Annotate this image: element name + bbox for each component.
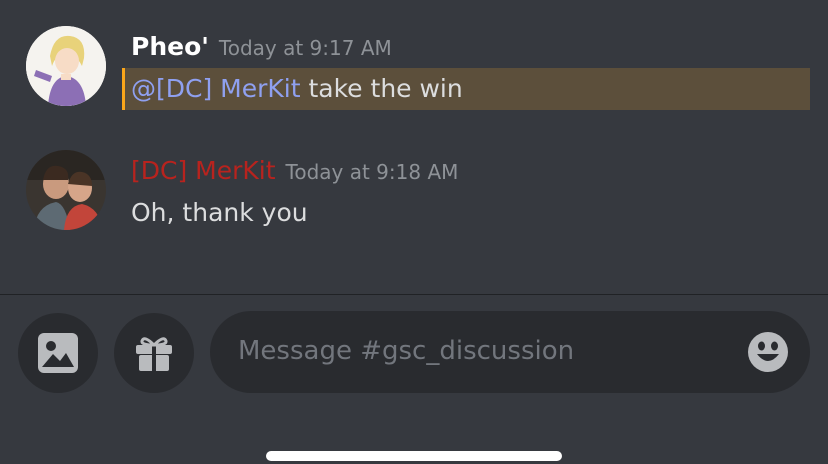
anime-character-avatar <box>26 26 106 106</box>
message-list[interactable]: Pheo' Today at 9:17 AM @[DC] MerKit take … <box>0 0 828 294</box>
user-mention[interactable]: @[DC] MerKit <box>131 74 301 103</box>
attach-image-button[interactable] <box>18 313 98 393</box>
photo-avatar <box>26 150 106 230</box>
message-item[interactable]: [DC] MerKit Today at 9:18 AM Oh, thank yo… <box>0 140 828 260</box>
message-input[interactable]: Message #gsc_discussion <box>210 311 810 393</box>
user-avatar[interactable] <box>26 150 106 230</box>
image-icon <box>38 333 78 373</box>
emoji-icon <box>748 332 788 372</box>
timestamp: Today at 9:18 AM <box>285 160 459 184</box>
gift-icon <box>136 337 172 371</box>
username[interactable]: [DC] MerKit <box>131 156 276 185</box>
user-avatar[interactable] <box>26 26 106 106</box>
message-header: Pheo' Today at 9:17 AM <box>131 32 392 61</box>
message-text: take the win <box>300 74 463 103</box>
message-header: [DC] MerKit Today at 9:18 AM <box>131 156 458 185</box>
emoji-button[interactable] <box>748 332 788 372</box>
gift-button[interactable] <box>114 313 194 393</box>
message-content: Oh, thank you <box>131 198 308 227</box>
message-text: Oh, thank you <box>131 198 308 227</box>
timestamp: Today at 9:17 AM <box>218 36 392 60</box>
username[interactable]: Pheo' <box>131 32 209 61</box>
home-indicator[interactable] <box>266 451 562 461</box>
message-item[interactable]: Pheo' Today at 9:17 AM @[DC] MerKit take … <box>0 0 828 140</box>
message-input-placeholder: Message #gsc_discussion <box>238 336 575 366</box>
message-content: @[DC] MerKit take the win <box>131 74 463 103</box>
